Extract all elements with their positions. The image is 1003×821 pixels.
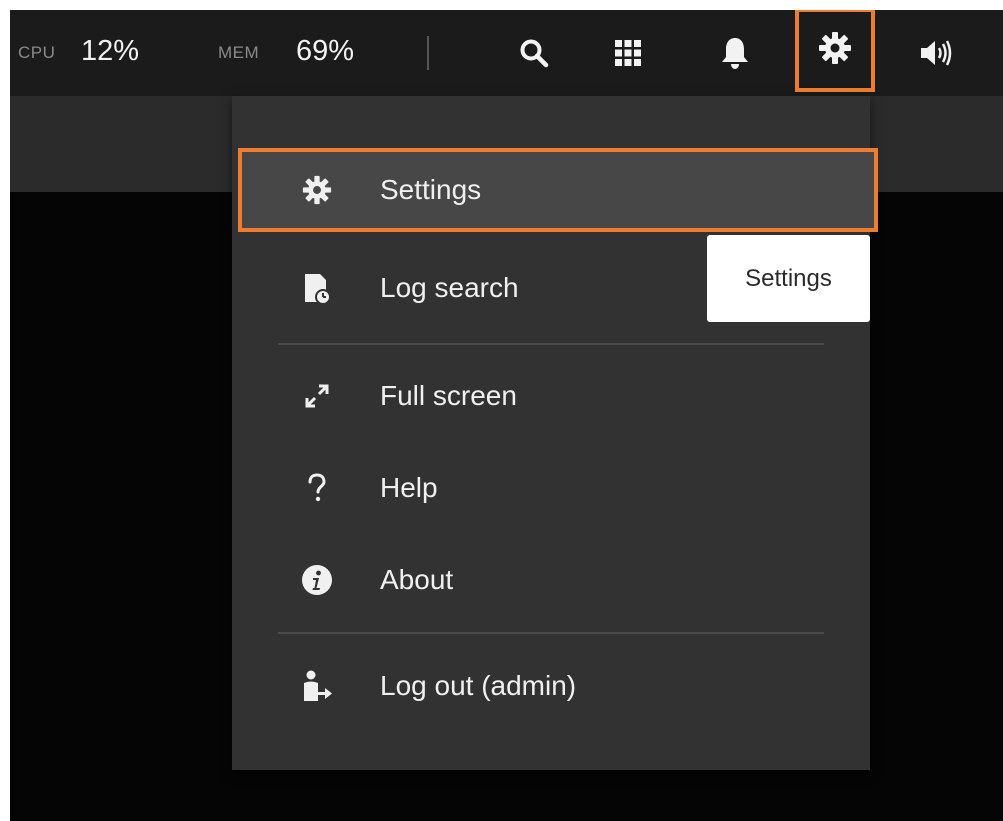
tooltip: Settings <box>707 235 870 322</box>
log-search-icon <box>300 271 334 305</box>
gear-icon <box>818 31 852 70</box>
mem-label: MEM <box>218 43 260 62</box>
grid-icon <box>614 39 642 67</box>
volume-button[interactable] <box>913 30 959 76</box>
fullscreen-icon <box>300 379 334 413</box>
menu-item-label: Full screen <box>380 380 517 411</box>
gear-icon <box>300 173 334 207</box>
top-bar: CPU 12% MEM 69% <box>10 10 1003 96</box>
menu-item-settings[interactable]: Settings <box>238 148 878 232</box>
logout-icon <box>300 669 334 703</box>
cpu-value: 12% <box>81 35 140 67</box>
help-icon <box>300 471 334 505</box>
menu-item-label: About <box>380 564 454 595</box>
settings-button[interactable] <box>795 10 875 92</box>
menu-item-label: Settings <box>380 174 482 205</box>
menu-item-full-screen[interactable]: Full screen <box>232 354 870 438</box>
apps-grid-button[interactable] <box>605 30 651 76</box>
menu-item-about[interactable]: About <box>232 538 870 622</box>
speaker-icon <box>919 38 953 68</box>
menu-item-label: Help <box>380 472 438 503</box>
menu-item-log-out[interactable]: Log out (admin) <box>232 644 870 728</box>
settings-dropdown-menu: Settings Log search Full screen Help Abo… <box>232 96 878 770</box>
info-icon <box>300 563 334 597</box>
menu-divider <box>278 632 824 634</box>
menu-item-label: Log search <box>380 272 519 303</box>
menu-divider <box>278 343 824 345</box>
bell-icon <box>720 36 750 70</box>
search-icon <box>519 38 549 68</box>
menu-item-help[interactable]: Help <box>232 446 870 530</box>
divider <box>427 36 429 70</box>
app-window: CPU 12% MEM 69% Settings Log search Full… <box>10 10 1003 821</box>
notifications-button[interactable] <box>712 30 758 76</box>
menu-item-label: Log out (admin) <box>380 670 577 701</box>
search-button[interactable] <box>511 30 557 76</box>
cpu-label: CPU <box>18 43 56 62</box>
mem-value: 69% <box>296 35 355 67</box>
